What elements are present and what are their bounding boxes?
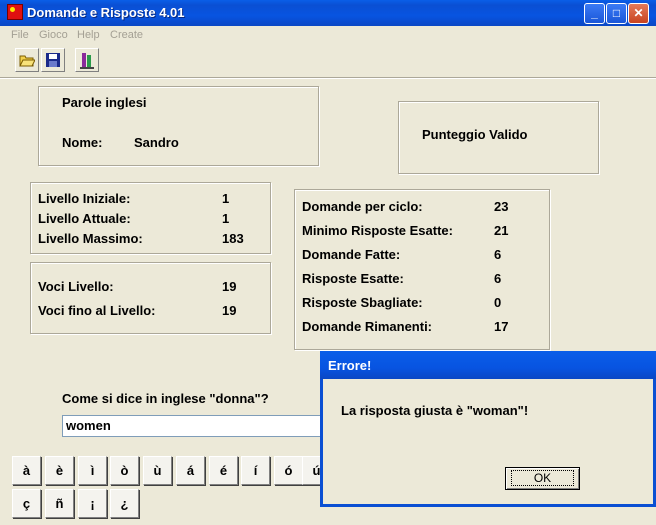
maximize-button[interactable]: □ bbox=[606, 3, 627, 24]
accent-key[interactable]: ò bbox=[110, 456, 139, 485]
menu-bar: File Gioco Help Create bbox=[0, 26, 656, 44]
level-current-value: 1 bbox=[222, 211, 230, 226]
dialog-title: Errore! bbox=[328, 358, 372, 373]
entries-level-value: 19 bbox=[222, 279, 237, 294]
toolbar bbox=[0, 46, 656, 76]
stat-value: 6 bbox=[494, 271, 502, 286]
level-start-value: 1 bbox=[222, 191, 230, 206]
name-label: Nome: bbox=[62, 135, 103, 150]
menu-help[interactable]: Help bbox=[77, 29, 100, 41]
ok-button-label: OK bbox=[510, 470, 575, 486]
book-button[interactable] bbox=[75, 48, 99, 72]
accent-key[interactable]: ¡ bbox=[78, 489, 107, 518]
save-button[interactable] bbox=[41, 48, 65, 72]
open-folder-icon bbox=[19, 55, 35, 67]
accent-key[interactable]: à bbox=[12, 456, 41, 485]
answer-input[interactable]: women bbox=[62, 415, 342, 437]
name-value: Sandro bbox=[134, 135, 179, 150]
stat-value: 17 bbox=[494, 319, 509, 334]
stat-value: 21 bbox=[494, 223, 509, 238]
save-disk-icon bbox=[46, 53, 60, 67]
app-icon bbox=[7, 4, 23, 20]
menu-file[interactable]: File bbox=[11, 29, 29, 41]
level-current-label: Livello Attuale: bbox=[38, 211, 131, 226]
accent-key[interactable]: í bbox=[241, 456, 270, 485]
toolbar-separator bbox=[0, 77, 656, 79]
window-title: Domande e Risposte 4.01 bbox=[27, 5, 185, 20]
question-text: Come si dice in inglese "donna"? bbox=[62, 391, 269, 406]
accent-key[interactable]: ù bbox=[143, 456, 172, 485]
stat-label: Domande per ciclo: bbox=[302, 199, 423, 214]
menu-create[interactable]: Create bbox=[110, 29, 143, 41]
stat-value: 23 bbox=[494, 199, 509, 214]
close-button[interactable]: ✕ bbox=[628, 3, 649, 24]
accent-key[interactable]: ó bbox=[274, 456, 303, 485]
accent-key[interactable]: é bbox=[209, 456, 238, 485]
minimize-button[interactable]: _ bbox=[584, 3, 605, 24]
app-window: Domande e Risposte 4.01 _ □ ✕ File Gioco… bbox=[0, 0, 656, 525]
score-status: Punteggio Valido bbox=[422, 127, 528, 142]
accent-key[interactable]: ñ bbox=[45, 489, 74, 518]
entries-level-label: Voci Livello: bbox=[38, 279, 114, 294]
dialog-message: La risposta giusta è "woman"! bbox=[341, 403, 529, 418]
level-max-label: Livello Massimo: bbox=[38, 231, 143, 246]
menu-gioco[interactable]: Gioco bbox=[39, 29, 68, 41]
title-bar[interactable]: Domande e Risposte 4.01 _ □ ✕ bbox=[0, 0, 656, 26]
stat-value: 0 bbox=[494, 295, 502, 310]
entries-upto-value: 19 bbox=[222, 303, 237, 318]
accent-key[interactable]: á bbox=[176, 456, 205, 485]
error-dialog: Errore! La risposta giusta è "woman"! OK bbox=[320, 351, 656, 507]
accent-key[interactable]: ì bbox=[78, 456, 107, 485]
accent-key[interactable]: ç bbox=[12, 489, 41, 518]
stat-label: Risposte Esatte: bbox=[302, 271, 404, 286]
stat-label: Risposte Sbagliate: bbox=[302, 295, 423, 310]
book-icon bbox=[80, 53, 94, 69]
ok-button[interactable]: OK bbox=[505, 467, 580, 490]
accent-key[interactable]: ¿ bbox=[110, 489, 139, 518]
stat-label: Domande Fatte: bbox=[302, 247, 401, 262]
stat-value: 6 bbox=[494, 247, 502, 262]
category-label: Parole inglesi bbox=[62, 95, 147, 110]
open-button[interactable] bbox=[15, 48, 39, 72]
level-start-label: Livello Iniziale: bbox=[38, 191, 131, 206]
accent-key[interactable]: è bbox=[45, 456, 74, 485]
dialog-title-bar[interactable]: Errore! bbox=[320, 351, 656, 379]
entries-upto-label: Voci fino al Livello: bbox=[38, 303, 156, 318]
stat-label: Minimo Risposte Esatte: bbox=[302, 223, 453, 238]
entries-panel bbox=[30, 262, 271, 334]
level-max-value: 183 bbox=[222, 231, 244, 246]
stat-label: Domande Rimanenti: bbox=[302, 319, 433, 334]
